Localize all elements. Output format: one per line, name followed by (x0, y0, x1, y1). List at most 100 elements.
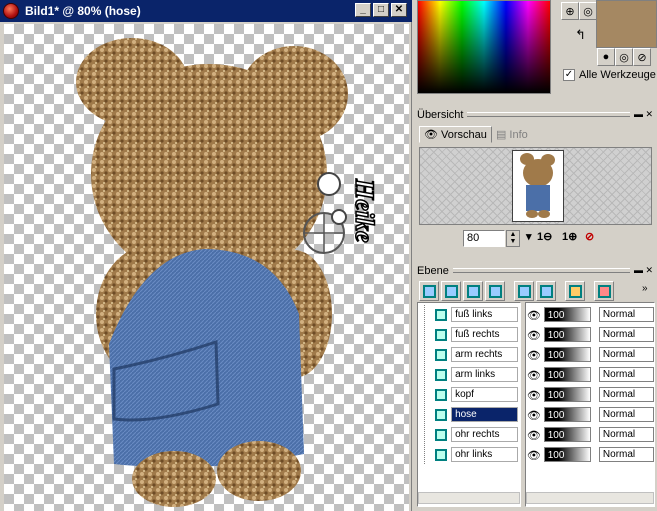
layer-row-3[interactable]: arm links (418, 365, 518, 384)
opacity-slider[interactable]: 100 (543, 347, 591, 362)
layer-name[interactable]: ohr links (451, 447, 518, 462)
tab-preview-label: Vorschau (440, 128, 487, 141)
foot-right (217, 441, 301, 501)
teddy-bear-image: Heike (76, 38, 380, 507)
visibility-eye-icon[interactable]: 👁 (526, 409, 542, 422)
blend-mode-select[interactable]: Normal (598, 327, 654, 342)
opacity-slider[interactable]: 100 (543, 447, 591, 462)
raster-layer-icon (435, 428, 448, 441)
visibility-eye-icon[interactable]: 👁 (526, 449, 542, 462)
opacity-slider[interactable]: 100 (543, 407, 591, 422)
layer-mask-button[interactable] (594, 281, 614, 301)
minimize-button[interactable]: _ (355, 3, 371, 17)
opacity-slider[interactable]: 100 (543, 427, 591, 442)
layers-panel-titlebar[interactable]: Ebene ▬ ✕ (414, 262, 657, 279)
all-tools-option[interactable]: ✓ Alle Werkzeuge (563, 69, 656, 81)
zoom-input[interactable]: 80 (463, 230, 505, 247)
bg-pattern-button[interactable]: ◎ (615, 48, 633, 66)
blend-mode-select[interactable]: Normal (598, 387, 654, 402)
raster-layer-icon (435, 348, 448, 361)
bg-none-button[interactable]: ⊘ (633, 48, 651, 66)
layer-name[interactable]: ohr rechts (451, 427, 518, 442)
overview-panel-titlebar[interactable]: Übersicht ▬ ✕ (414, 106, 657, 123)
blend-mode-select[interactable]: Normal (598, 367, 654, 382)
visibility-eye-icon[interactable]: 👁 (526, 349, 542, 362)
zoom-spinner[interactable]: ▲ ▼ (506, 230, 520, 247)
all-tools-label: Alle Werkzeuge (579, 69, 656, 81)
visibility-eye-icon[interactable]: 👁 (526, 389, 542, 402)
image-canvas[interactable]: Heike (4, 24, 409, 511)
panel-dock-icon[interactable]: ▬ ✕ (634, 109, 653, 120)
foot-left (132, 451, 216, 507)
overview-panel-title: Übersicht (417, 108, 464, 121)
layer-properties-button[interactable] (565, 281, 585, 301)
delete-layer-button[interactable] (536, 281, 556, 301)
maximize-button[interactable]: □ (373, 3, 389, 17)
tab-preview[interactable]: 👁 Vorschau (419, 126, 492, 143)
right-panels: ⊕ ◎ ⊘ ↰ ● ◎ ⊘ ✓ Alle Werkzeuge Übersicht… (414, 0, 657, 511)
blend-mode-select[interactable]: Normal (598, 347, 654, 362)
new-adjustment-layer-button[interactable] (485, 281, 505, 301)
layer-name[interactable]: kopf (451, 387, 518, 402)
tab-info-label: Info (509, 128, 528, 141)
layer-prop-row-0: 👁 100 Normal (526, 305, 654, 324)
panel-dock-icon[interactable]: ▬ ✕ (634, 265, 653, 276)
raster-layer-icon (435, 328, 448, 341)
color-palette[interactable] (417, 0, 551, 94)
preview-area[interactable] (419, 147, 652, 225)
layer-row-0[interactable]: fuß links (418, 305, 518, 324)
layer-prop-row-3: 👁 100 Normal (526, 365, 654, 384)
blend-mode-select[interactable]: Normal (598, 307, 654, 322)
layer-row-1[interactable]: fuß rechts (418, 325, 518, 344)
tab-info[interactable]: ▤ Info (492, 126, 532, 143)
zoom-dropdown-icon[interactable]: ▾ (526, 230, 532, 243)
visibility-eye-icon[interactable]: 👁 (526, 329, 542, 342)
bg-solid-button[interactable]: ● (597, 48, 615, 66)
layer-name[interactable]: arm links (451, 367, 518, 382)
opacity-slider[interactable]: 100 (543, 327, 591, 342)
layer-row-4[interactable]: kopf (418, 385, 518, 404)
blend-mode-select[interactable]: Normal (598, 427, 654, 442)
layer-row-7[interactable]: ohr links (418, 445, 518, 464)
blend-mode-select[interactable]: Normal (598, 447, 654, 462)
swap-colors-icon[interactable]: ↰ (575, 27, 586, 43)
layer-name[interactable]: fuß links (451, 307, 518, 322)
window-title: Bild1* @ 80% (hose) (25, 4, 141, 18)
visibility-eye-icon[interactable]: 👁 (526, 369, 542, 382)
opacity-slider[interactable]: 100 (543, 387, 591, 402)
layer-list-scrollbar[interactable] (418, 492, 520, 504)
layer-name[interactable]: fuß rechts (451, 327, 518, 342)
blend-mode-select[interactable]: Normal (598, 407, 654, 422)
new-raster-layer-button[interactable] (419, 281, 439, 301)
window-titlebar[interactable]: Bild1* @ 80% (hose) _ □ ✕ (0, 0, 412, 22)
visibility-eye-icon[interactable]: 👁 (526, 309, 542, 322)
close-button[interactable]: ✕ (391, 3, 407, 17)
zoom-out-icon[interactable]: 1⊖ (537, 230, 552, 243)
image-window: Bild1* @ 80% (hose) _ □ ✕ Heike (0, 0, 412, 511)
app-icon[interactable] (3, 3, 19, 19)
fill-style-pattern-button[interactable]: ◎ (579, 2, 597, 20)
all-tools-checkbox[interactable]: ✓ (563, 69, 575, 81)
layers-panel-title: Ebene (417, 264, 449, 277)
layer-name[interactable]: arm rechts (451, 347, 518, 362)
visibility-eye-icon[interactable]: 👁 (526, 429, 542, 442)
opacity-slider[interactable]: 100 (543, 307, 591, 322)
layer-name[interactable]: hose (451, 407, 518, 422)
fill-style-solid-button[interactable]: ⊕ (561, 2, 579, 20)
layer-prop-row-5: 👁 100 Normal (526, 405, 654, 424)
properties-scrollbar[interactable] (526, 492, 654, 504)
new-mask-layer-button[interactable] (463, 281, 483, 301)
layer-row-6[interactable]: ohr rechts (418, 425, 518, 444)
zoom-reset-icon[interactable]: ⊘ (585, 230, 594, 243)
more-options-icon[interactable]: » (642, 283, 648, 294)
layer-row-2[interactable]: arm rechts (418, 345, 518, 364)
opacity-slider[interactable]: 100 (543, 367, 591, 382)
zoom-in-icon[interactable]: 1⊕ (562, 230, 577, 243)
new-vector-layer-button[interactable] (441, 281, 461, 301)
duplicate-layer-button[interactable] (514, 281, 534, 301)
layer-list[interactable]: fuß links fuß rechts arm rechts arm link… (417, 302, 521, 507)
eye-icon: 👁 (424, 129, 438, 141)
layer-row-5[interactable]: hose (418, 405, 518, 424)
foreground-color-swatch[interactable] (596, 0, 657, 48)
layer-properties-list[interactable]: 👁 100 Normal 👁 100 Normal 👁 100 Normal 👁 100 Nor… (525, 302, 655, 507)
